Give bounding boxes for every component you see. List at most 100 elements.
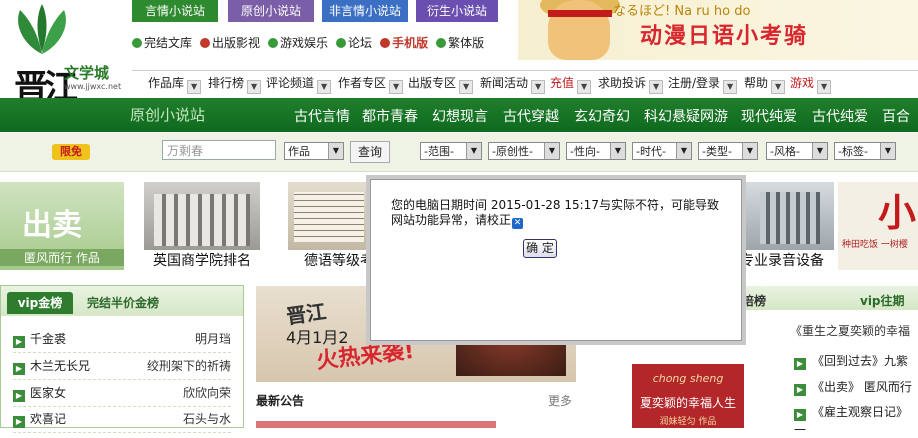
site-tab-yanqing[interactable]: 言情小说站 (132, 0, 218, 22)
genre-link[interactable]: 玄幻奇幻 (574, 106, 630, 126)
filter-era[interactable]: -时代- ▼ (632, 142, 692, 160)
ad-banner[interactable]: なるほど! Na ru ho do 动漫日语小考骑 (518, 0, 918, 60)
dot-icon (436, 38, 447, 48)
genre-link[interactable]: 都市青春 (362, 106, 418, 126)
filter-originality[interactable]: -原创性- ▼ (488, 142, 560, 160)
chevron-down-icon: ▼ (649, 80, 664, 94)
filter-style[interactable]: -风格- ▼ (766, 142, 828, 160)
tab-vip-gold[interactable]: vip金榜 (7, 292, 73, 314)
nav-help[interactable]: 帮助 ▼ (744, 71, 786, 95)
logo-site-name: 文学城 (64, 64, 110, 82)
chevron-down-icon: ▼ (742, 143, 757, 159)
chevron-down-icon: ▼ (187, 80, 202, 94)
promo-tile-audio[interactable]: 专业录音设备 (740, 182, 834, 270)
nav-zuozhe[interactable]: 作者专区 ▼ (338, 71, 404, 95)
genre-link[interactable]: 百合 (882, 106, 910, 126)
confirm-button[interactable]: 确 定 (523, 239, 557, 258)
main-nav: 作品库 ▼ 排行榜 ▼ 评论频道 ▼ 作者专区 ▼ 出版专区 ▼ 新闻活动 ▼ 充值 ▼ 求助… (132, 70, 918, 95)
leaf-logo-icon (18, 4, 66, 54)
logo-url: www.jjwxc.net (64, 82, 122, 91)
list-item[interactable]: ▶ 《出卖》 匿风而行 (794, 378, 912, 396)
vip-ranking-panel: vip金榜 完结半价金榜 ▶ 千金裘 明月珰 ▶ 木兰无长兄 绞刑架下的祈祷 ▶ 医家女欣… (0, 285, 244, 433)
nav-zuopinku[interactable]: 作品库 ▼ (148, 71, 202, 95)
dot-icon (268, 38, 279, 48)
list-item[interactable]: ▶ 木兰无长兄 绞刑架下的祈祷 (13, 357, 231, 380)
vip-past-link[interactable]: vip往期 (860, 292, 905, 309)
character-face-icon (548, 0, 610, 60)
link-youxi[interactable]: 游戏娱乐 (268, 34, 328, 51)
genre-link[interactable]: 现代纯爱 (741, 106, 797, 126)
link-luntan[interactable]: 论坛 (336, 34, 372, 51)
promo-tile-zhongtian[interactable]: 小 种田吃饭 一树樱 (838, 182, 918, 270)
arrow-right-icon: ▶ (13, 390, 25, 402)
free-badge[interactable]: 限免 (52, 144, 90, 160)
nav-chongzhi[interactable]: 充值 ▼ (550, 71, 592, 95)
building-image (154, 194, 250, 246)
chevron-down-icon: ▼ (531, 80, 546, 94)
chevron-down-icon: ▼ (676, 143, 691, 159)
list-item[interactable]: ▶ 《雇主观察日记》一 (794, 403, 918, 438)
search-type-select[interactable]: 作品 ▼ (284, 142, 344, 160)
chevron-down-icon: ▼ (771, 80, 786, 94)
genre-link[interactable]: 古代言情 (294, 106, 350, 126)
nav-game[interactable]: 游戏 ▼ (790, 71, 832, 95)
tile-sub: 匿风而行 作品 (0, 249, 124, 266)
nav-paihang[interactable]: 排行榜 ▼ (208, 71, 262, 95)
arrow-right-icon: ▶ (13, 416, 25, 428)
filter-scope[interactable]: -范围- ▼ (420, 142, 482, 160)
date-warning-dialog: 您的电脑日期时间 2015-01-28 15:17与实际不符，可能导致网站功能异… (370, 179, 742, 341)
search-button[interactable]: 查询 (350, 141, 390, 163)
nav-login[interactable]: 注册/登录 ▼ (668, 71, 738, 95)
arrow-right-icon: ▶ (13, 336, 25, 348)
search-input[interactable]: 万剩春 (162, 140, 276, 160)
site-tab-feiyanqing[interactable]: 非言情小说站 (322, 0, 408, 22)
book-title: 夏奕颖的幸福人生 (639, 396, 736, 410)
link-mobile[interactable]: 手机版 (380, 34, 428, 51)
chevron-down-icon: ▼ (247, 80, 262, 94)
featured-quote[interactable]: 《重生之夏奕颖的幸福 (790, 322, 910, 339)
site-tab-yuanchuang[interactable]: 原创小说站 (228, 0, 314, 22)
genre-link[interactable]: 科幻悬疑网游 (644, 106, 728, 126)
list-item[interactable]: ▶ 《回到过去》九紫 (794, 352, 908, 370)
chevron-down-icon: ▼ (880, 143, 895, 159)
notice-header: 最新公告 更多 (256, 392, 576, 412)
filter-type[interactable]: -类型- ▼ (698, 142, 758, 160)
book-author: 润妹轻匀 作品 (659, 417, 717, 427)
list-item[interactable]: ▶ 医家女 欣欣向荣 (13, 384, 231, 407)
promo-tile-german[interactable]: 德语等级考 (288, 182, 370, 270)
tile-art-text: 出卖 (22, 208, 82, 243)
genre-link[interactable]: 古代纯爱 (812, 106, 868, 126)
genre-link[interactable]: 幻想现言 (432, 106, 488, 126)
tile-caption: 专业录音设备 (740, 250, 834, 270)
link-fanti[interactable]: 繁体版 (436, 34, 484, 51)
list-item[interactable]: ▶ 欢喜记 石头与水 (13, 410, 231, 433)
book-kana: chong sheng (652, 372, 724, 385)
close-icon[interactable]: ✕ (512, 218, 524, 229)
nav-pinglun[interactable]: 评论频道 ▼ (266, 71, 332, 95)
notice-more-link[interactable]: 更多 (548, 392, 572, 409)
notice-first-item[interactable] (256, 421, 496, 428)
arrow-right-icon: ▶ (794, 409, 806, 421)
nav-chuban[interactable]: 出版专区 ▼ (408, 71, 474, 95)
filter-tag[interactable]: -标签- ▼ (834, 142, 896, 160)
genre-bar: 原创小说站 古代言情 都市青春 幻想现言 古代穿越 玄幻奇幻 科幻悬疑网游 现代… (0, 98, 918, 132)
chevron-down-icon: ▼ (544, 143, 559, 159)
book-cover[interactable]: chong sheng 夏奕颖的幸福人生 润妹轻匀 作品 (632, 364, 744, 428)
equipment-image (760, 192, 820, 244)
chevron-down-icon: ▼ (817, 80, 832, 94)
link-wanjie[interactable]: 完结文库 (132, 34, 192, 51)
nav-xinwen[interactable]: 新闻活动 ▼ (480, 71, 546, 95)
filter-orientation[interactable]: -性向- ▼ (566, 142, 626, 160)
nav-qiuzhu[interactable]: 求助投诉 ▼ (598, 71, 664, 95)
chevron-down-icon: ▼ (459, 80, 474, 94)
promo-tile-business-school[interactable]: 英国商学院排名 (144, 182, 260, 270)
link-chuban[interactable]: 出版影视 (200, 34, 260, 51)
list-item[interactable]: ▶ 千金裘 明月珰 (13, 330, 231, 353)
site-logo[interactable]: 晋江 文学城 www.jjwxc.net (0, 0, 132, 108)
site-tab-yansheng[interactable]: 衍生小说站 (416, 0, 498, 22)
chevron-down-icon: ▼ (577, 80, 592, 94)
tab-half-price[interactable]: 完结半价金榜 (87, 292, 159, 314)
genre-link[interactable]: 古代穿越 (503, 106, 559, 126)
chevron-down-icon: ▼ (723, 80, 738, 94)
promo-tile-chumai[interactable]: 出卖 匿风而行 作品 (0, 182, 124, 270)
